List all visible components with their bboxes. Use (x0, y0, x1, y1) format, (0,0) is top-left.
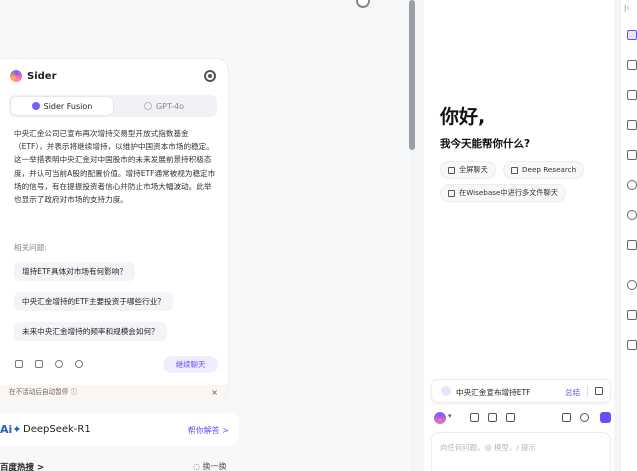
answer-actions (15, 360, 83, 368)
notes-icon[interactable] (627, 150, 637, 160)
model-tabs: Sider Fusion GPT-4o (9, 95, 217, 117)
page-quote-bar[interactable]: 中央汇金宣布增持ETF 总结 (431, 379, 611, 403)
related-question[interactable]: 中央汇金增持的ETF主要投资于哪些行业？ (14, 292, 173, 311)
sider-logo-icon (10, 70, 22, 82)
related-question[interactable]: 增持ETF具体对市场有何影响？ (14, 262, 135, 281)
tab-label: GPT-4o (155, 101, 185, 111)
related-questions-title: 相关问题: (14, 243, 47, 252)
camera-icon[interactable] (627, 240, 637, 250)
model-selector-icon[interactable] (434, 412, 446, 424)
sider-sidebar-panel: 你好, 我今天能帮你什么? 全屏聊天 Deep Research 在Wiseba… (424, 0, 614, 471)
auto-pause-text: 在不活动后自动暂停 ⓘ (9, 388, 78, 396)
search-icon[interactable] (627, 210, 637, 220)
tab-label: Sider Fusion (43, 101, 93, 111)
greeting-subtitle: 我今天能帮你什么? (440, 138, 531, 150)
tab-sider-fusion[interactable]: Sider Fusion (11, 97, 113, 115)
image-icon[interactable] (627, 90, 637, 100)
history-icon[interactable] (580, 413, 589, 422)
deep-research-icon (511, 166, 518, 174)
collapse-icon[interactable]: |‹ (624, 4, 629, 12)
chat-input[interactable]: 向任何问题，@ 模型，/ 提示 (431, 432, 611, 471)
quoted-page-title: 中央汇金宣布增持ETF (456, 388, 531, 397)
deep-research-chip[interactable]: Deep Research (503, 161, 585, 179)
continue-chat-button[interactable]: 继续聊天 (163, 356, 218, 373)
chip-label: 全屏聊天 (459, 165, 488, 174)
menu-icon[interactable] (627, 340, 637, 350)
translate-icon[interactable] (627, 120, 637, 130)
scissors-icon[interactable] (470, 413, 479, 422)
sliders-icon[interactable] (562, 413, 571, 422)
refresh-button[interactable]: ◌ 换一换 (193, 461, 227, 471)
card-header: Sider (10, 70, 57, 82)
save-note-icon[interactable] (35, 360, 43, 368)
new-chat-icon[interactable] (600, 412, 611, 423)
deepseek-card[interactable]: Ai✦ DeepSeek-R1 帮你解答 > (0, 413, 239, 446)
help-icon[interactable] (627, 180, 637, 190)
wisebase-icon (448, 189, 455, 197)
sider-answer-card: Sider Sider Fusion GPT-4o 中央汇金公司已宣布再次增持交… (0, 58, 229, 400)
copy-icon[interactable] (15, 360, 23, 368)
regenerate-icon[interactable] (55, 360, 63, 368)
wisebase-chat-chip[interactable]: 在Wisebase中进行多文件聊天 (440, 184, 566, 202)
input-toolbar: ▾ (434, 410, 611, 426)
close-icon[interactable]: × (211, 385, 218, 400)
sider-icon-rail: |‹ (620, 0, 637, 471)
fullscreen-chat-chip[interactable]: 全屏聊天 (440, 161, 496, 179)
profile-icon[interactable] (627, 310, 637, 320)
chip-label: 在Wisebase中进行多文件聊天 (459, 188, 558, 197)
divider (587, 386, 588, 397)
speaker-icon[interactable] (75, 360, 83, 368)
page-quote-icon (441, 386, 451, 396)
chat-icon[interactable] (627, 30, 637, 40)
book-icon[interactable] (506, 413, 515, 422)
tab-gpt-4o[interactable]: GPT-4o (113, 97, 215, 115)
summarize-button[interactable]: 总结 (565, 387, 580, 398)
attach-icon[interactable] (488, 413, 497, 422)
fullscreen-icon (448, 166, 455, 174)
chip-label: Deep Research (522, 165, 577, 174)
ai-logo-icon: Ai✦ (0, 423, 22, 436)
sider-fusion-icon (31, 102, 40, 110)
baidu-hot-search-title[interactable]: 百度热搜 > (0, 461, 44, 471)
card-title: Sider (27, 70, 57, 82)
write-icon[interactable] (627, 60, 637, 70)
chevron-down-icon[interactable]: ▾ (448, 412, 452, 420)
help-answer-link[interactable]: 帮你解答 > (188, 425, 229, 436)
input-placeholder: 向任何问题，@ 模型，/ 提示 (440, 443, 536, 452)
copy-icon[interactable] (595, 387, 603, 395)
answer-text: 中央汇金公司已宣布再次增持交易型开放式指数基金（ETF），并表示将继续增持，以维… (14, 129, 216, 205)
auto-pause-bar: 在不活动后自动暂停 ⓘ × (0, 385, 228, 400)
page-scrollbar[interactable] (409, 0, 415, 150)
settings-gear-icon[interactable] (204, 70, 216, 82)
deepseek-name: DeepSeek-R1 (23, 424, 91, 435)
gpt-icon (143, 102, 152, 110)
related-question[interactable]: 未来中央汇金增持的频率和规模会如何？ (14, 322, 167, 341)
settings-icon[interactable] (627, 280, 637, 290)
screen: Sider Sider Fusion GPT-4o 中央汇金公司已宣布再次增持交… (0, 0, 637, 471)
greeting: 你好, (440, 106, 486, 128)
